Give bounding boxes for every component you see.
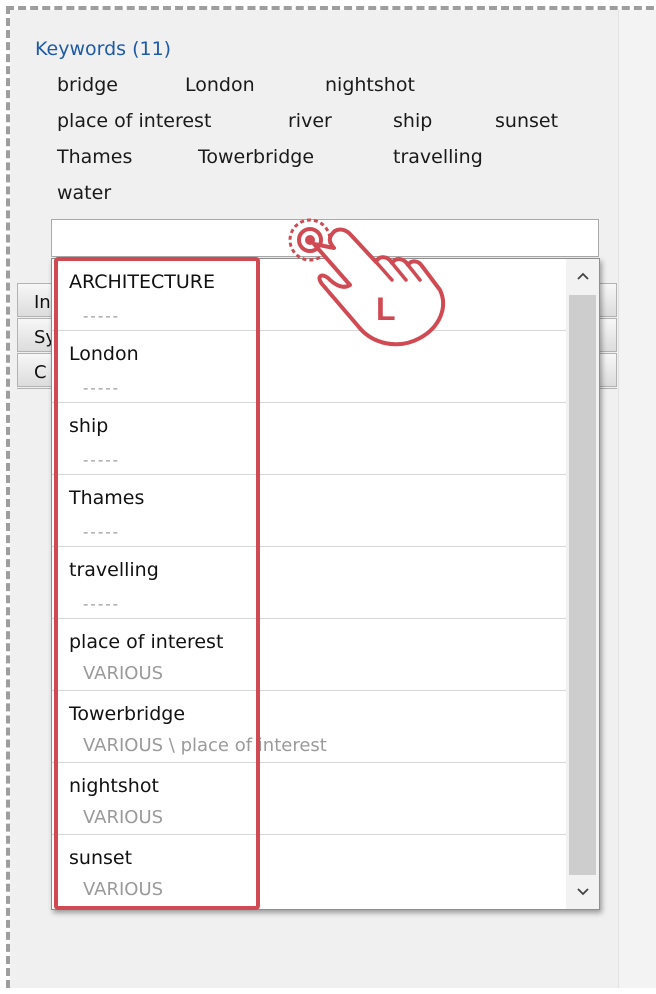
dropdown-item-path: ----- [83, 379, 121, 397]
scroll-down-button[interactable] [566, 875, 599, 909]
dropdown-item-path: ----- [83, 451, 121, 469]
dropdown-item-path: ----- [83, 595, 121, 613]
dropdown-item-path: ----- [83, 307, 121, 325]
keyword-tag[interactable]: nightshot [325, 74, 415, 96]
keyword-tag[interactable]: water [57, 182, 111, 204]
dropdown-item-name: Thames [69, 487, 145, 509]
dropdown-item[interactable]: ship ----- [52, 403, 566, 475]
dropdown-item-path: VARIOUS \ place of interest [83, 735, 327, 756]
dropdown-item[interactable]: sunset VARIOUS [52, 835, 566, 907]
scroll-up-button[interactable] [566, 259, 599, 293]
dropdown-item-name: ARCHITECTURE [69, 271, 216, 293]
keyword-tag[interactable]: London [185, 74, 255, 96]
keyword-tag[interactable]: bridge [57, 74, 118, 96]
keywords-header[interactable]: Keywords (11) [35, 38, 171, 60]
tap-hand-icon: L [288, 218, 446, 347]
scroll-thumb[interactable] [569, 295, 596, 875]
dropdown-item[interactable]: Thames ----- [52, 475, 566, 547]
dropdown-item[interactable]: nightshot VARIOUS [52, 763, 566, 835]
dropdown-item-path: VARIOUS [83, 879, 164, 900]
keyword-tag[interactable]: travelling [393, 146, 483, 168]
right-pane-edge [618, 10, 656, 988]
dropdown-scrollbar[interactable] [566, 259, 599, 909]
keyword-tag[interactable]: Thames [57, 146, 132, 168]
keyword-tag[interactable]: Towerbridge [198, 146, 314, 168]
dropdown-item[interactable]: Towerbridge VARIOUS \ place of interest [52, 691, 566, 763]
dropdown-item[interactable]: place of interest VARIOUS [52, 619, 566, 691]
keyword-tag[interactable]: river [288, 110, 332, 132]
dropdown-item-name: sunset [69, 847, 133, 869]
dropdown-item-path: VARIOUS [83, 807, 164, 828]
dropdown-item-path: VARIOUS [83, 663, 164, 684]
dropdown-item-name: ship [69, 415, 109, 437]
dropdown-item-name: London [69, 343, 139, 365]
chevron-down-icon [576, 888, 589, 896]
dropdown-item-path: ----- [83, 523, 121, 541]
dropdown-item-name: travelling [69, 559, 159, 581]
dropdown-item-name: Towerbridge [69, 703, 186, 725]
gesture-letter: L [376, 291, 396, 327]
chevron-up-icon [576, 272, 589, 280]
dropdown-item-name: place of interest [69, 631, 224, 653]
dropdown-item[interactable]: travelling ----- [52, 547, 566, 619]
keyword-tag[interactable]: sunset [495, 110, 558, 132]
dropdown-item-name: nightshot [69, 775, 159, 797]
keyword-tag[interactable]: ship [393, 110, 432, 132]
keyword-tag[interactable]: place of interest [57, 110, 211, 132]
